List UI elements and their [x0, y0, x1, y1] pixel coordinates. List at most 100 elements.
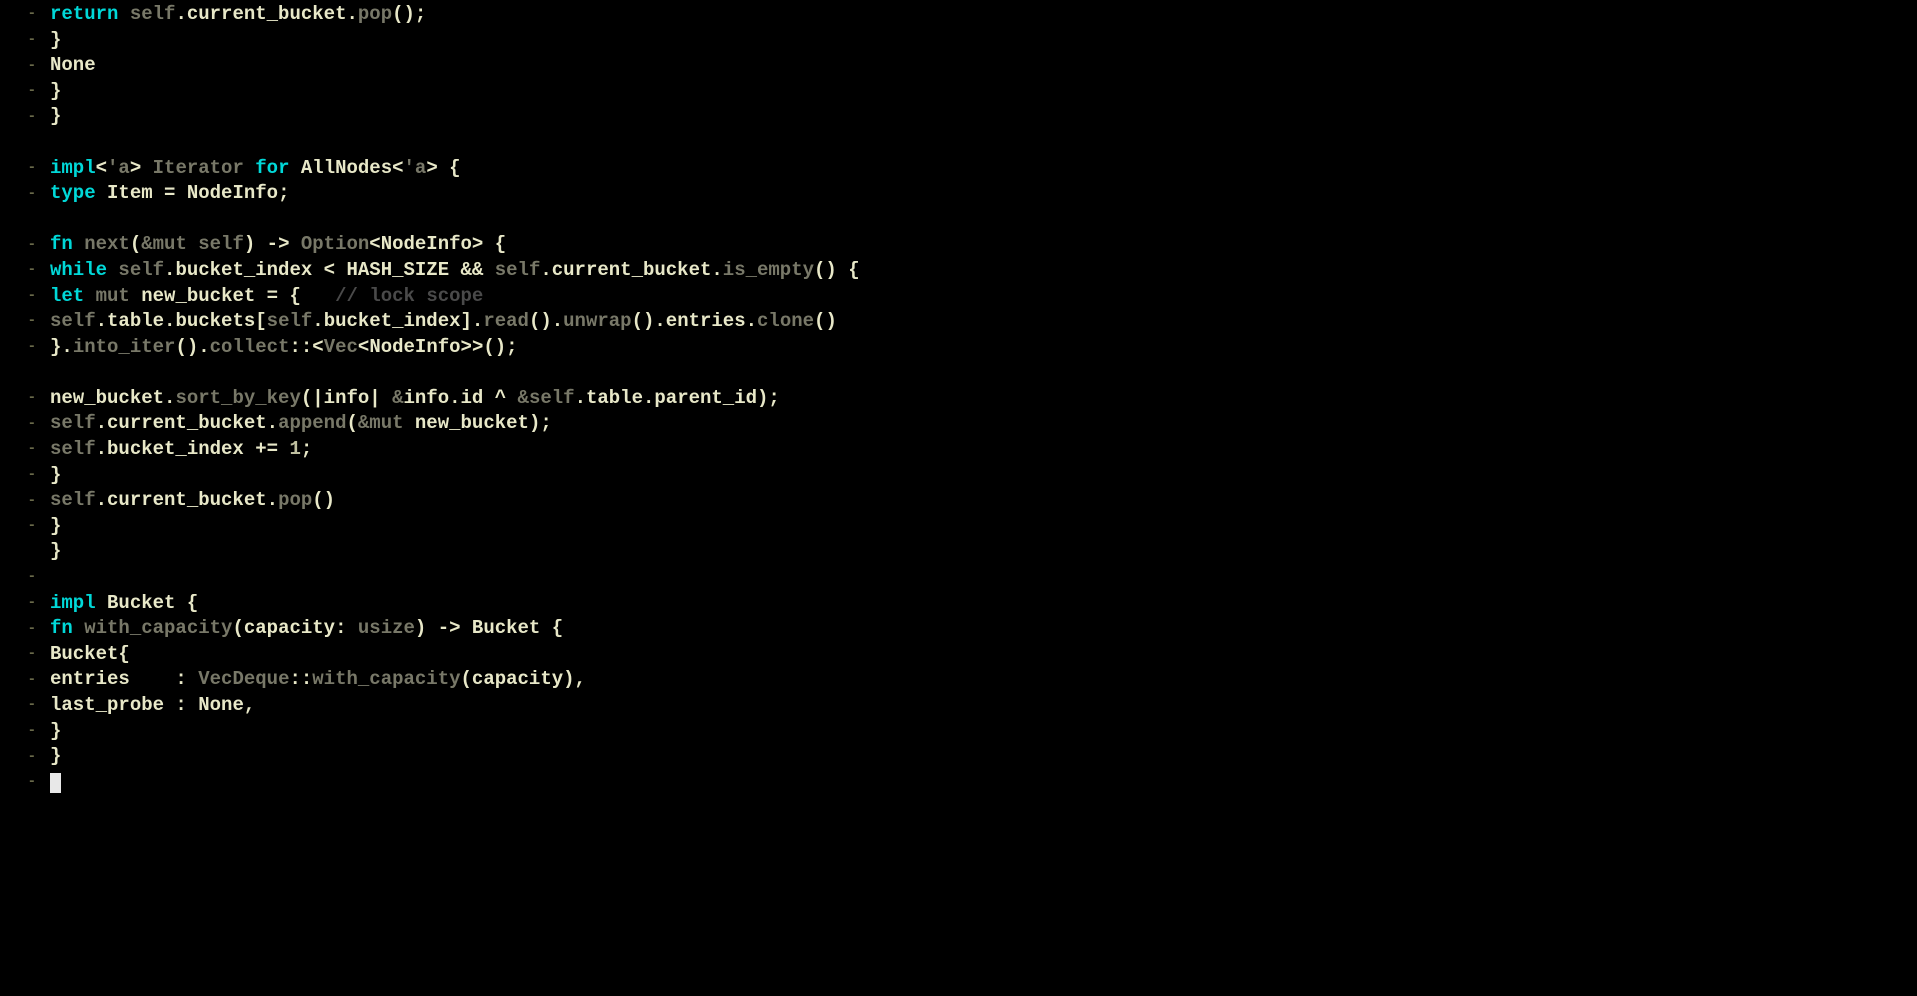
code-line[interactable]: while self.bucket_index < HASH_SIZE && s…	[50, 258, 1917, 284]
token-dim: &	[392, 386, 403, 412]
gutter-line: -	[0, 514, 50, 540]
token-dim: usize	[358, 616, 415, 642]
token-op: {	[175, 591, 198, 617]
token-dim: self	[50, 488, 96, 514]
code-line[interactable]: impl Bucket {	[50, 591, 1917, 617]
token-ident: last_probe	[50, 693, 164, 719]
code-line[interactable]: }.into_iter().collect::<Vec<NodeInfo>>()…	[50, 335, 1917, 361]
token-op: }	[50, 463, 61, 489]
token-dim: next	[84, 232, 130, 258]
token-op: .	[346, 2, 357, 28]
token-op: <	[96, 156, 107, 182]
gutter-line: -	[0, 693, 50, 719]
code-line[interactable]: self.current_bucket.append(&mut new_buck…	[50, 412, 1917, 438]
code-line[interactable]: }	[50, 719, 1917, 745]
token-op: {	[540, 616, 563, 642]
token-kw: return	[50, 2, 118, 28]
token-dim: into_iter	[73, 335, 176, 361]
token-op: ,	[244, 693, 255, 719]
token-num: 1	[289, 437, 300, 463]
token-op: .	[164, 386, 175, 412]
gutter-line: -	[0, 719, 50, 745]
code-line[interactable]: self.bucket_index += 1;	[50, 437, 1917, 463]
gutter-line: -	[0, 770, 50, 796]
token-kw: impl	[50, 156, 96, 182]
token-op: <	[392, 156, 403, 182]
token-op: ^	[483, 386, 517, 412]
token-none: None	[50, 53, 96, 79]
code-line[interactable]: }	[50, 104, 1917, 130]
code-line[interactable]: fn next(&mut self) -> Option<NodeInfo> {	[50, 232, 1917, 258]
token-op: .	[540, 258, 551, 284]
token-kw: fn	[50, 616, 73, 642]
token-op: =	[153, 181, 187, 207]
token-dim: pop	[278, 488, 312, 514]
token-op: .	[449, 386, 460, 412]
token-op: {	[118, 642, 129, 668]
code-line[interactable]: new_bucket.sort_by_key(|info| &info.id ^…	[50, 386, 1917, 412]
token-dim: self	[130, 2, 176, 28]
code-line[interactable]: last_probe : None,	[50, 693, 1917, 719]
token-op: .	[711, 258, 722, 284]
code-line[interactable]: }	[50, 79, 1917, 105]
token-dim: &mut	[358, 411, 404, 437]
gutter-line: -	[0, 79, 50, 105]
token-op: ) ->	[415, 616, 472, 642]
code-editor[interactable]: ----- -- ----- ------ --------- return s…	[0, 0, 1917, 996]
gutter-line: -	[0, 156, 50, 182]
code-line[interactable]: fn with_capacity(capacity: usize) -> Buc…	[50, 616, 1917, 642]
token-op: }	[50, 719, 61, 745]
token-dim: VecDeque	[198, 667, 289, 693]
token-dim: pop	[358, 2, 392, 28]
token-op: ().	[175, 335, 209, 361]
code-line[interactable]	[50, 207, 1917, 233]
token-comment: // lock scope	[335, 284, 483, 310]
token-ident: current_bucket	[552, 258, 712, 284]
token-dim: &self	[518, 386, 575, 412]
code-line[interactable]	[50, 565, 1917, 591]
gutter-line: -	[0, 28, 50, 54]
token-op: <	[369, 232, 380, 258]
code-line[interactable]: }	[50, 744, 1917, 770]
code-line[interactable]: }	[50, 28, 1917, 54]
token-ident: new_bucket	[415, 411, 529, 437]
token-op: (	[461, 667, 472, 693]
code-line[interactable]: type Item = NodeInfo;	[50, 181, 1917, 207]
token-ty: Item	[107, 181, 153, 207]
token-ident: bucket_index	[175, 258, 312, 284]
code-line[interactable]: }	[50, 463, 1917, 489]
token-op	[404, 411, 415, 437]
token-dim: self	[50, 411, 96, 437]
token-ident: table	[586, 386, 643, 412]
token-dim: self	[267, 309, 313, 335]
token-op	[483, 258, 494, 284]
code-line[interactable]: let mut new_bucket = { // lock scope	[50, 284, 1917, 310]
token-op: }	[50, 28, 61, 54]
code-line[interactable]: None	[50, 53, 1917, 79]
token-ident: id	[461, 386, 484, 412]
text-cursor	[50, 773, 61, 793]
code-line[interactable]: Bucket{	[50, 642, 1917, 668]
code-line[interactable]: }	[50, 539, 1917, 565]
token-op: .	[575, 386, 586, 412]
code-line[interactable]: return self.current_bucket.pop();	[50, 2, 1917, 28]
code-line[interactable]: self.table.buckets[self.bucket_index].re…	[50, 309, 1917, 335]
code-line[interactable]: self.current_bucket.pop()	[50, 488, 1917, 514]
code-line[interactable]: impl<'a> Iterator for AllNodes<'a> {	[50, 156, 1917, 182]
token-ident: capacity	[472, 667, 563, 693]
token-op: ::	[289, 667, 312, 693]
code-line[interactable]: entries : VecDeque::with_capacity(capaci…	[50, 667, 1917, 693]
token-op: ().	[529, 309, 563, 335]
token-ty: NodeInfo	[369, 335, 460, 361]
code-line[interactable]: }	[50, 514, 1917, 540]
token-op: (	[346, 411, 357, 437]
code-area[interactable]: return self.current_bucket.pop(); } None…	[50, 0, 1917, 996]
code-line[interactable]	[50, 130, 1917, 156]
token-op: = {	[255, 284, 335, 310]
token-dim: 'a	[404, 156, 427, 182]
token-dim: clone	[757, 309, 814, 335]
code-line[interactable]	[50, 360, 1917, 386]
token-ident: &&	[461, 258, 484, 284]
code-line[interactable]	[50, 770, 1917, 796]
token-ty: AllNodes	[301, 156, 392, 182]
